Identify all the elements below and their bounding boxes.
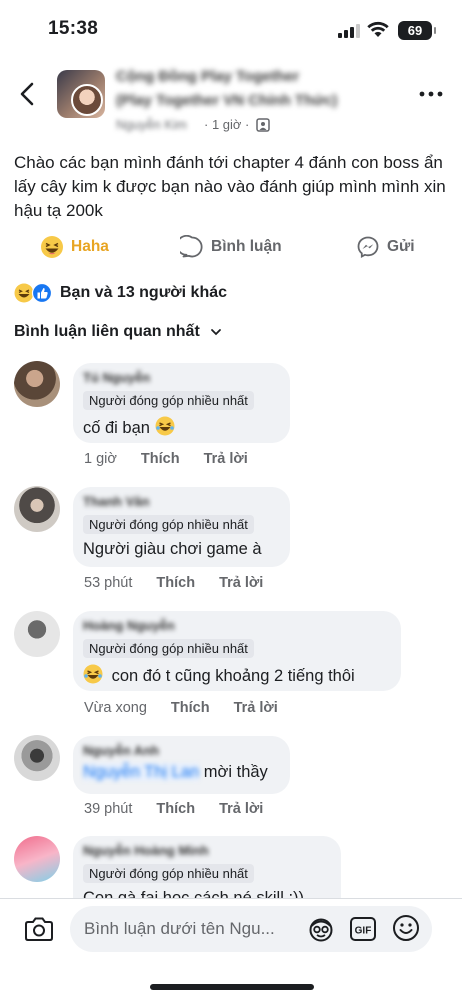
commenter-avatar[interactable] [14, 361, 60, 407]
camera-icon[interactable] [24, 915, 54, 943]
reply-link[interactable]: Trả lời [219, 575, 263, 591]
commenter-avatar[interactable] [14, 611, 60, 657]
reactions-summary-text: Bạn và 13 người khác [60, 284, 228, 301]
top-contributor-badge: Người đóng góp nhiều nhất [83, 864, 254, 883]
like-link[interactable]: Thích [156, 575, 195, 591]
like-link[interactable]: Thích [141, 451, 180, 467]
sort-label: Bình luận liên quan nhất [14, 323, 200, 340]
like-link[interactable]: Thích [171, 700, 210, 716]
comment-meta: 53 phút Thích Trả lời [84, 575, 287, 591]
haha-reaction-button[interactable]: Haha [40, 232, 109, 262]
wifi-icon [367, 21, 389, 37]
mention-link[interactable]: Nguyễn Thị Lan [83, 763, 200, 781]
comment-meta: Vừa xong Thích Trả lời [84, 700, 302, 716]
reaction-icons [14, 283, 54, 303]
comment-text: con đó t cũng khoảng 2 tiếng thôi [83, 664, 389, 686]
more-dots-icon[interactable] [414, 84, 448, 104]
top-contributor-badge: Người đóng góp nhiều nhất [83, 515, 254, 534]
comment-bubble-icon [180, 235, 204, 259]
comment-text-content: mời thầy [203, 763, 268, 781]
svg-text:GIF: GIF [355, 926, 372, 937]
top-contributor-badge: Người đóng góp nhiều nhất [83, 391, 254, 410]
comment-meta: 1 giờ Thích Trả lời [84, 451, 272, 467]
comment-time: 1 giờ [84, 451, 117, 467]
laugh-emoji-icon [83, 664, 103, 684]
comment-text-content: con đó t cũng khoảng 2 tiếng thôi [111, 667, 355, 685]
comment-bubble[interactable]: Hoàng Nguyễn Người đóng góp nhiều nhất c… [73, 611, 401, 691]
haha-label: Haha [71, 238, 109, 255]
laugh-emoji-icon [155, 416, 175, 436]
reply-link[interactable]: Trả lời [234, 700, 278, 716]
commenter-name[interactable]: Tú Nguyễn [83, 370, 278, 386]
comment-button[interactable]: Bình luận [180, 232, 282, 262]
reply-link[interactable]: Trả lời [204, 451, 248, 467]
chevron-down-icon [210, 328, 222, 336]
comment-sort-dropdown[interactable]: Bình luận liên quan nhất [14, 323, 222, 341]
smiley-icon[interactable] [392, 914, 420, 942]
status-time: 15:38 [48, 18, 99, 39]
comment-text: cố đi bạn [83, 416, 278, 438]
post-text: Chào các bạn mình đánh tới chapter 4 đán… [14, 153, 446, 220]
group-name[interactable]: Cộng Đồng Play Together [116, 68, 299, 85]
comment-bubble[interactable]: Thanh Vân Người đóng góp nhiều nhất Ngườ… [73, 487, 290, 567]
commenter-name[interactable]: Nguyễn Anh [83, 743, 278, 759]
author-name[interactable]: Nguyễn Kim [116, 117, 187, 132]
post-time: · 1 giờ · [204, 117, 250, 132]
comment-bubble[interactable]: Tú Nguyễn Người đóng góp nhiều nhất cố đ… [73, 363, 290, 443]
haha-emoji-icon [40, 235, 64, 259]
commenter-avatar[interactable] [14, 836, 60, 882]
comment-time: Vừa xong [84, 700, 147, 716]
like-link[interactable]: Thích [156, 801, 195, 817]
commenter-name[interactable]: Hoàng Nguyễn [83, 618, 389, 634]
group-avatar[interactable] [57, 70, 105, 118]
home-indicator[interactable] [150, 984, 314, 990]
comment-bubble[interactable]: Nguyễn Anh Nguyễn Thị Lan mời thầy [73, 736, 290, 794]
comment-time: 53 phút [84, 575, 133, 591]
author-avatar[interactable] [71, 84, 103, 116]
send-label: Gửi [387, 238, 415, 255]
comment-label: Bình luận [211, 238, 282, 255]
send-button[interactable]: Gửi [356, 232, 415, 262]
comment-text: Nguyễn Thị Lan mời thầy [83, 763, 278, 782]
top-contributor-badge: Người đóng góp nhiều nhất [83, 639, 254, 658]
commenter-name[interactable]: Thanh Vân [83, 494, 278, 510]
reactions-summary[interactable]: Bạn và 13 người khác [14, 283, 227, 303]
comment-text: Người giàu chơi game à [83, 540, 262, 558]
avatar-sticker-icon[interactable] [307, 915, 335, 943]
messenger-icon [356, 235, 380, 259]
gif-icon[interactable]: GIF [349, 915, 377, 943]
commenter-avatar[interactable] [14, 735, 60, 781]
commenter-avatar[interactable] [14, 486, 60, 532]
reply-link[interactable]: Trả lời [219, 801, 263, 817]
battery-indicator: 69 [398, 21, 436, 40]
signal-icon [338, 24, 360, 38]
commenter-name[interactable]: Nguyễn Hoàng Minh [83, 843, 329, 859]
comment-time: 39 phút [84, 801, 133, 817]
back-button[interactable] [12, 76, 44, 112]
group-name-line2[interactable]: (Play Together VN Chính Thức) [116, 92, 337, 109]
comment-text-content: cố đi bạn [83, 419, 150, 437]
comment-input[interactable]: Bình luận dưới tên Ngu... [70, 906, 432, 952]
comment-meta: 39 phút Thích Trả lời [84, 801, 287, 817]
group-privacy-icon [256, 118, 270, 132]
